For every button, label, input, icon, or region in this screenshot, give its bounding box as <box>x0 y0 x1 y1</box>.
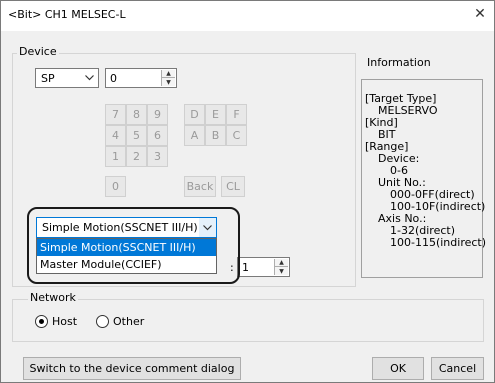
ok-button[interactable]: OK <box>372 357 424 380</box>
device-number-stepper[interactable]: 0 ▲ ▼ <box>105 68 177 88</box>
information-panel: [Target Type] MELSERVO [Kind] BIT [Range… <box>361 79 487 278</box>
key-3[interactable]: 3 <box>147 146 168 167</box>
key-e[interactable]: E <box>205 104 226 125</box>
axis-number-value: 1 <box>242 261 249 274</box>
network-group-label: Network <box>28 291 78 304</box>
key-f[interactable]: F <box>226 104 247 125</box>
key-1[interactable]: 1 <box>105 146 126 167</box>
key-a[interactable]: A <box>184 125 205 146</box>
host-radio[interactable] <box>35 315 48 328</box>
other-radio[interactable] <box>96 315 109 328</box>
network-group <box>12 299 484 342</box>
key-6[interactable]: 6 <box>147 125 168 146</box>
close-icon[interactable]: ✕ <box>472 6 488 22</box>
device-group-label: Device <box>17 45 59 58</box>
information-label: Information <box>367 56 431 69</box>
device-number-value: 0 <box>110 72 117 85</box>
device-type-value: SP <box>41 72 55 85</box>
axis-number-stepper[interactable]: 1 ▲ ▼ <box>237 257 290 277</box>
key-c[interactable]: C <box>226 125 247 146</box>
switch-to-device-comment-button[interactable]: Switch to the device comment dialog <box>23 357 241 380</box>
other-radio-label: Other <box>113 315 145 328</box>
dialog-window: <Bit> CH1 MELSEC-L ✕ Device SP 0 ▲ ▼ 7 8… <box>0 0 495 383</box>
key-b[interactable]: B <box>205 125 226 146</box>
key-4[interactable]: 4 <box>105 125 126 146</box>
cancel-button[interactable]: Cancel <box>431 357 484 380</box>
chevron-down-icon[interactable] <box>81 69 98 87</box>
key-0[interactable]: 0 <box>105 176 126 197</box>
key-2[interactable]: 2 <box>126 146 147 167</box>
spin-buttons[interactable]: ▲ ▼ <box>274 259 288 275</box>
key-9[interactable]: 9 <box>147 104 168 125</box>
info-line: 100-115(indirect) <box>390 236 487 249</box>
device-type-select[interactable]: SP <box>35 68 99 88</box>
spin-up-icon[interactable]: ▲ <box>162 70 175 78</box>
highlight-frame <box>27 207 240 284</box>
spin-up-icon[interactable]: ▲ <box>275 259 288 267</box>
key-7[interactable]: 7 <box>105 104 126 125</box>
key-5[interactable]: 5 <box>126 125 147 146</box>
spin-down-icon[interactable]: ▼ <box>275 267 288 275</box>
spin-buttons[interactable]: ▲ ▼ <box>161 70 175 86</box>
key-8[interactable]: 8 <box>126 104 147 125</box>
spin-down-icon[interactable]: ▼ <box>162 78 175 86</box>
window-title: <Bit> CH1 MELSEC-L <box>8 8 126 21</box>
key-cl[interactable]: CL <box>221 176 245 197</box>
host-radio-label: Host <box>52 315 78 328</box>
key-back[interactable]: Back <box>184 176 216 197</box>
title-bar: <Bit> CH1 MELSEC-L ✕ <box>1 1 494 31</box>
key-d[interactable]: D <box>184 104 205 125</box>
